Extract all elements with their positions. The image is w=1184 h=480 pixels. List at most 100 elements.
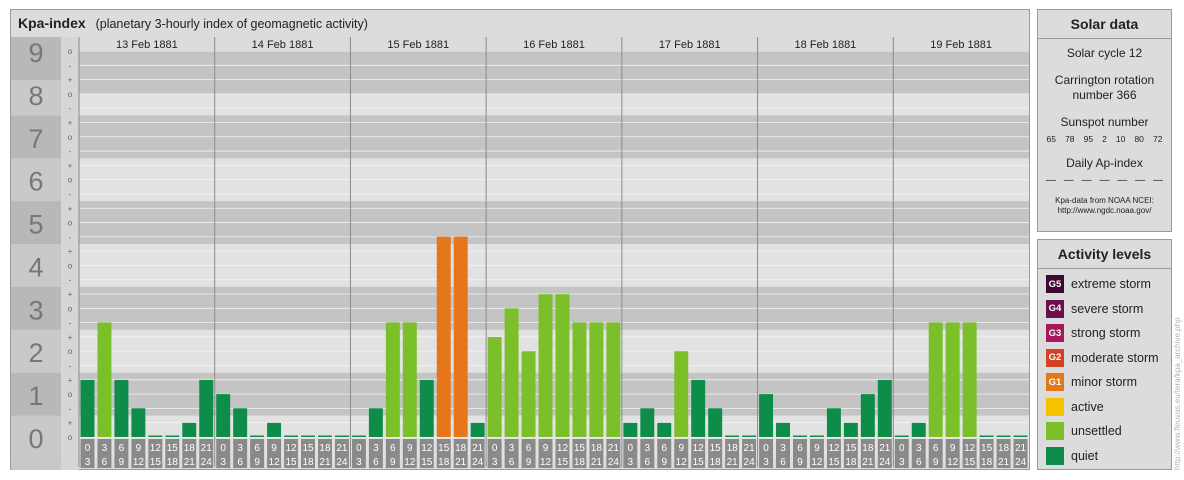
interval-start-label: 15 xyxy=(710,443,722,454)
interval-start-label: 6 xyxy=(661,443,667,454)
interval-start-label: 0 xyxy=(85,443,91,454)
interval-end-label: 15 xyxy=(964,457,976,468)
legend-label: minor storm xyxy=(1071,375,1137,389)
kp-bar xyxy=(148,435,163,437)
interval-end-label: 12 xyxy=(676,457,688,468)
day-label: 15 Feb 1881 xyxy=(387,39,449,51)
chart-subtitle: (planetary 3-hourly index of geomagnetic… xyxy=(95,17,368,31)
ap-value: — xyxy=(1135,175,1146,186)
legend-swatch: G5 xyxy=(1046,275,1064,293)
sub-tick-label: - xyxy=(69,362,72,371)
interval-end-label: 3 xyxy=(628,457,634,468)
sub-tick-label: + xyxy=(68,247,73,256)
chart-header: Kpa-index (planetary 3-hourly index of g… xyxy=(18,13,368,34)
interval-start-label: 0 xyxy=(356,443,362,454)
interval-end-label: 3 xyxy=(356,457,362,468)
interval-end-label: 6 xyxy=(780,457,786,468)
interval-start-label: 6 xyxy=(119,443,125,454)
interval-start-label: 15 xyxy=(167,443,179,454)
interval-end-label: 3 xyxy=(85,457,91,468)
kp-bar xyxy=(267,422,282,437)
y-tick-label: 0 xyxy=(28,424,43,454)
legend-item-minor-storm: G1 minor storm xyxy=(1046,372,1137,392)
sunspot-value: 2 xyxy=(1102,134,1107,144)
sub-tick-label: o xyxy=(68,219,73,228)
interval-start-label: 21 xyxy=(879,443,891,454)
kp-bar xyxy=(759,394,774,437)
kp-bar xyxy=(419,379,434,437)
legend-item-severe-storm: G4 severe storm xyxy=(1046,299,1143,319)
interval-start-label: 18 xyxy=(998,443,1010,454)
interval-end-label: 15 xyxy=(693,457,705,468)
interval-end-label: 6 xyxy=(373,457,379,468)
data-credit: Kpa-data from NOAA NCEI: http://www.ngdc… xyxy=(1038,196,1171,216)
interval-start-label: 9 xyxy=(136,443,142,454)
sub-tick-label: o xyxy=(68,433,73,442)
interval-start-label: 6 xyxy=(933,443,939,454)
kp-bar xyxy=(368,408,383,437)
interval-end-label: 15 xyxy=(150,457,162,468)
kp-bar xyxy=(504,308,519,437)
kp-bar xyxy=(521,351,536,437)
interval-end-label: 6 xyxy=(916,457,922,468)
legend-label: extreme storm xyxy=(1071,277,1151,291)
interval-end-label: 9 xyxy=(526,457,532,468)
interval-start-label: 12 xyxy=(828,443,840,454)
interval-end-label: 9 xyxy=(933,457,939,468)
y-tick-label: 7 xyxy=(28,124,43,154)
kp-bar xyxy=(979,435,994,437)
interval-end-label: 21 xyxy=(184,457,196,468)
kp-bar xyxy=(623,422,638,437)
sunspot-value: 80 xyxy=(1134,134,1144,144)
credit-line-1: Kpa-data from NOAA NCEI: xyxy=(1055,196,1154,205)
ap-value: — xyxy=(1045,175,1056,186)
interval-start-label: 12 xyxy=(150,443,162,454)
interval-start-label: 18 xyxy=(319,443,331,454)
kp-bar xyxy=(80,379,95,437)
interval-start-label: 6 xyxy=(526,443,532,454)
interval-end-label: 18 xyxy=(574,457,586,468)
legend-swatch xyxy=(1046,446,1064,465)
interval-start-label: 9 xyxy=(271,443,277,454)
kp-bar xyxy=(996,435,1011,437)
interval-end-label: 21 xyxy=(455,457,467,468)
interval-end-label: 21 xyxy=(998,457,1010,468)
kp-bar xyxy=(284,435,299,437)
chart-title: Kpa-index xyxy=(18,15,86,31)
legend-swatch xyxy=(1046,422,1064,440)
interval-start-label: 0 xyxy=(628,443,634,454)
interval-end-label: 9 xyxy=(254,457,260,468)
kp-bar xyxy=(826,408,841,437)
legend-label: moderate storm xyxy=(1071,350,1159,365)
sub-tick-label: - xyxy=(69,190,72,199)
kp-bar xyxy=(894,435,909,437)
day-label: 19 Feb 1881 xyxy=(930,39,992,51)
legend-label: active xyxy=(1071,399,1104,414)
interval-start-label: 21 xyxy=(608,443,620,454)
carrington-rotation: Carrington rotation number 366 xyxy=(1038,73,1171,103)
sub-tick-label: - xyxy=(69,276,72,285)
solar-data-title: Solar data xyxy=(1038,10,1171,39)
interval-start-label: 9 xyxy=(407,443,413,454)
interval-start-label: 3 xyxy=(373,443,379,454)
interval-end-label: 12 xyxy=(540,457,552,468)
ap-value: — xyxy=(1063,175,1074,186)
ap-value: — xyxy=(1117,175,1128,186)
sunspot-values: 65 78 95 2 10 80 72 xyxy=(1038,134,1171,144)
sub-tick-label: o xyxy=(68,261,73,270)
interval-start-label: 21 xyxy=(1015,443,1027,454)
legend-swatch: G3 xyxy=(1046,324,1064,342)
interval-start-label: 9 xyxy=(543,443,549,454)
interval-end-label: 6 xyxy=(645,457,651,468)
kp-bar xyxy=(657,422,672,437)
interval-end-label: 24 xyxy=(744,457,756,468)
interval-start-label: 12 xyxy=(557,443,569,454)
interval-end-label: 3 xyxy=(220,457,226,468)
kp-bar xyxy=(318,435,332,437)
interval-end-label: 12 xyxy=(269,457,281,468)
kp-bar xyxy=(691,379,706,437)
ap-label: Daily Ap-index xyxy=(1066,156,1143,170)
legend-label: strong storm xyxy=(1071,326,1141,340)
sub-tick-label: - xyxy=(69,147,72,156)
interval-start-label: 12 xyxy=(964,443,976,454)
